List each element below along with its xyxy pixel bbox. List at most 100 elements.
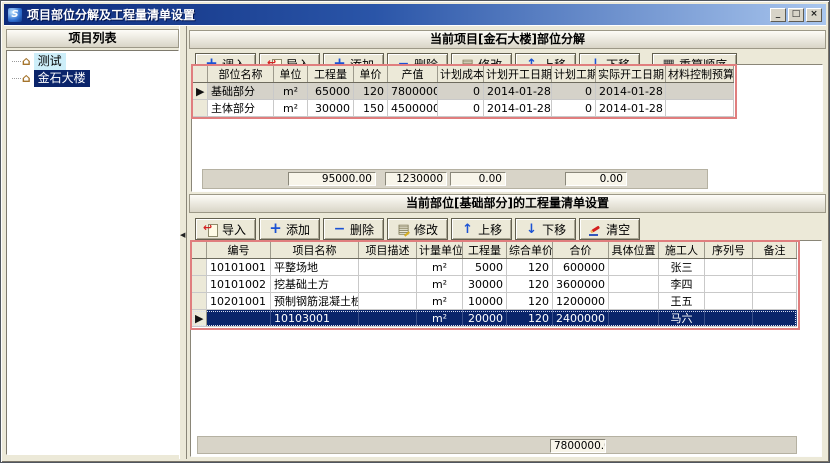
- cell[interactable]: [609, 276, 659, 293]
- move-up-button[interactable]: 上移: [451, 218, 512, 240]
- column-header[interactable]: 计量单位: [417, 242, 463, 259]
- tree-item-test[interactable]: ⌂ 测试: [10, 53, 178, 70]
- cell[interactable]: 3600000: [553, 276, 609, 293]
- cell[interactable]: [609, 259, 659, 276]
- cell[interactable]: 120: [507, 293, 553, 310]
- cell[interactable]: 主体部分: [208, 100, 274, 117]
- cell[interactable]: [666, 83, 734, 100]
- cell[interactable]: [753, 310, 797, 327]
- cell[interactable]: 30000: [463, 276, 507, 293]
- cell[interactable]: [753, 293, 797, 310]
- cell[interactable]: 20000: [463, 310, 507, 327]
- cell[interactable]: 马六: [659, 310, 705, 327]
- cell[interactable]: 30000: [308, 100, 354, 117]
- cell[interactable]: 0: [438, 100, 484, 117]
- column-header[interactable]: 计划开工日期: [484, 66, 552, 83]
- collapse-arrow-icon[interactable]: ◀: [180, 231, 185, 239]
- row-marker[interactable]: [193, 100, 208, 117]
- column-header[interactable]: 计划工期: [552, 66, 596, 83]
- cell[interactable]: 2014-01-28: [484, 100, 552, 117]
- cell[interactable]: 2400000: [553, 310, 609, 327]
- cell[interactable]: 65000: [308, 83, 354, 100]
- column-header[interactable]: 工程量: [308, 66, 354, 83]
- column-header[interactable]: 材料控制预算: [666, 66, 734, 83]
- cell[interactable]: [609, 310, 659, 327]
- cell[interactable]: [705, 310, 753, 327]
- column-header[interactable]: 单位: [274, 66, 308, 83]
- column-header[interactable]: 单价: [354, 66, 388, 83]
- cell[interactable]: 预制钢筋混凝土桩: [271, 293, 359, 310]
- cell[interactable]: [705, 259, 753, 276]
- cell[interactable]: 10101002: [207, 276, 271, 293]
- cell[interactable]: 0: [438, 83, 484, 100]
- cell[interactable]: 王五: [659, 293, 705, 310]
- cell[interactable]: 平整场地: [271, 259, 359, 276]
- cell[interactable]: 4500000: [388, 100, 438, 117]
- add-button[interactable]: 添加: [259, 218, 320, 240]
- cell[interactable]: m²: [417, 259, 463, 276]
- column-header[interactable]: 产值: [388, 66, 438, 83]
- cell[interactable]: 10103001: [271, 310, 359, 327]
- cell[interactable]: 张三: [659, 259, 705, 276]
- table-row[interactable]: 10201001 预制钢筋混凝土桩 m² 10000 120 1200000 王…: [192, 293, 797, 310]
- cell[interactable]: 1200000: [553, 293, 609, 310]
- cell[interactable]: 5000: [463, 259, 507, 276]
- cell[interactable]: 600000: [553, 259, 609, 276]
- close-button[interactable]: ×: [806, 8, 822, 22]
- cell[interactable]: m²: [417, 310, 463, 327]
- column-header[interactable]: 备注: [753, 242, 797, 259]
- row-marker[interactable]: ▶: [192, 310, 207, 327]
- column-header[interactable]: 施工人: [659, 242, 705, 259]
- table-row-selected[interactable]: ▶ 10103001 m² 20000 120 2400000 马六: [192, 310, 797, 327]
- cell[interactable]: [359, 259, 417, 276]
- column-header[interactable]: 合价: [553, 242, 609, 259]
- project-tree[interactable]: ⌂ 测试 ⌂ 金石大楼: [6, 50, 179, 455]
- cell[interactable]: m²: [417, 276, 463, 293]
- cell[interactable]: 0: [552, 100, 596, 117]
- cell[interactable]: [753, 259, 797, 276]
- cell[interactable]: [705, 276, 753, 293]
- cell[interactable]: 10000: [463, 293, 507, 310]
- column-header[interactable]: 综合单价: [507, 242, 553, 259]
- panel-splitter[interactable]: ◀: [179, 26, 187, 459]
- cell[interactable]: 120: [507, 259, 553, 276]
- cell[interactable]: [359, 293, 417, 310]
- table-row[interactable]: 10101002 挖基础土方 m² 30000 120 3600000 李四: [192, 276, 797, 293]
- cell[interactable]: 120: [507, 276, 553, 293]
- cell[interactable]: 10201001: [207, 293, 271, 310]
- cell[interactable]: 2014-01-28: [596, 100, 666, 117]
- column-header[interactable]: 序列号: [705, 242, 753, 259]
- cell[interactable]: 2014-01-28: [484, 83, 552, 100]
- column-header[interactable]: 编号: [207, 242, 271, 259]
- move-down-button[interactable]: 下移: [515, 218, 576, 240]
- cell[interactable]: 2014-01-28: [596, 83, 666, 100]
- cell[interactable]: [359, 310, 417, 327]
- cell[interactable]: [705, 293, 753, 310]
- cell[interactable]: [609, 293, 659, 310]
- cell[interactable]: m²: [274, 100, 308, 117]
- column-header[interactable]: 实际开工日期: [596, 66, 666, 83]
- cell[interactable]: 基础部分: [208, 83, 274, 100]
- cell[interactable]: [666, 100, 734, 117]
- row-marker[interactable]: [192, 276, 207, 293]
- delete-button[interactable]: 删除: [323, 218, 384, 240]
- row-marker[interactable]: [192, 293, 207, 310]
- cell[interactable]: 120: [354, 83, 388, 100]
- cell[interactable]: 挖基础土方: [271, 276, 359, 293]
- column-header[interactable]: 计划成本: [438, 66, 484, 83]
- row-marker[interactable]: ▶: [193, 83, 208, 100]
- cell[interactable]: m²: [417, 293, 463, 310]
- cell[interactable]: [359, 276, 417, 293]
- table-row[interactable]: 10101001 平整场地 m² 5000 120 600000 张三: [192, 259, 797, 276]
- cell[interactable]: [753, 276, 797, 293]
- cell[interactable]: [207, 310, 271, 327]
- row-marker[interactable]: [192, 259, 207, 276]
- column-header[interactable]: 项目描述: [359, 242, 417, 259]
- table-row[interactable]: 主体部分 m² 30000 150 4500000 0 2014-01-28 0…: [193, 100, 734, 117]
- import-button[interactable]: 导入: [195, 218, 256, 240]
- column-header[interactable]: 工程量: [463, 242, 507, 259]
- minimize-button[interactable]: _: [770, 8, 786, 22]
- table-row[interactable]: ▶ 基础部分 m² 65000 120 7800000 0 2014-01-28…: [193, 83, 734, 100]
- column-header[interactable]: 部位名称: [208, 66, 274, 83]
- clear-button[interactable]: 清空: [579, 218, 640, 240]
